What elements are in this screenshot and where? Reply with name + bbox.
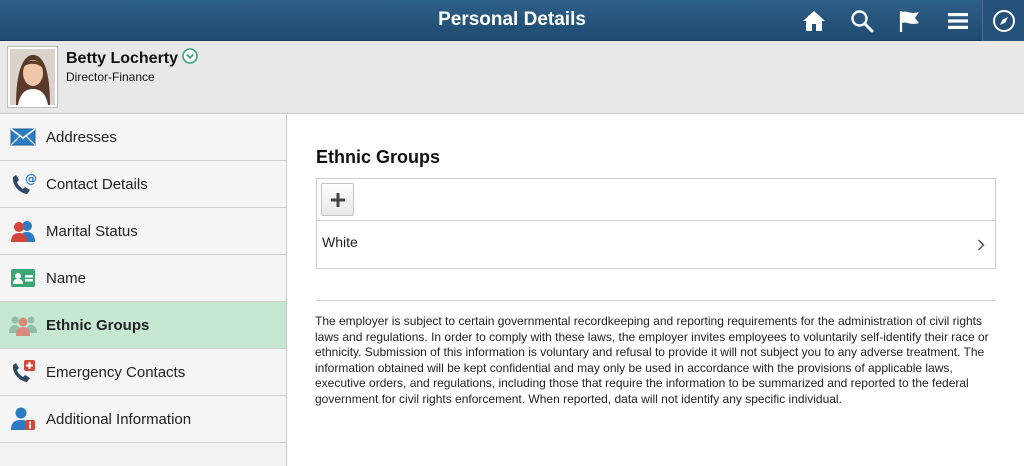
table-row[interactable]: White	[317, 221, 995, 268]
phone-at-icon: @	[0, 171, 46, 197]
sidebar-item-label: Marital Status	[46, 222, 138, 240]
ethnic-groups-grid: White	[316, 178, 996, 269]
sidebar-item-emergency-contacts[interactable]: Emergency Contacts	[0, 349, 286, 396]
couple-icon	[0, 219, 46, 243]
grid-toolbar	[317, 179, 995, 221]
sidebar-item-label: Ethnic Groups	[46, 316, 150, 334]
group-icon	[0, 313, 46, 337]
search-icon[interactable]	[838, 0, 886, 41]
sidebar-nav: Addresses @ Contact Details Marital Stat…	[0, 114, 287, 466]
disclaimer-text: The employer is subject to certain gover…	[315, 314, 989, 406]
sidebar-item-label: Addresses	[46, 128, 117, 146]
sidebar-item-marital-status[interactable]: Marital Status	[0, 208, 286, 255]
employee-name-text: Betty Locherty	[66, 49, 179, 67]
employee-name: Betty Locherty	[66, 48, 198, 69]
divider	[316, 300, 996, 301]
sidebar-item-label: Emergency Contacts	[46, 363, 186, 381]
id-card-icon	[0, 268, 46, 288]
sidebar-item-contact-details[interactable]: @ Contact Details	[0, 161, 286, 208]
chevron-right-icon	[977, 238, 985, 256]
employee-job-title: Director-Finance	[66, 70, 155, 84]
sidebar-item-label: Contact Details	[46, 175, 148, 193]
sidebar-item-label: Additional Information	[46, 410, 192, 428]
banner: Personal Details	[0, 0, 1024, 41]
phone-cross-icon	[0, 359, 46, 385]
envelope-icon	[0, 128, 46, 146]
section-title: Ethnic Groups	[316, 147, 441, 167]
avatar	[7, 46, 58, 108]
sidebar-item-ethnic-groups[interactable]: Ethnic Groups	[0, 302, 286, 349]
navbar-compass-icon[interactable]	[982, 0, 1024, 41]
sidebar-item-additional-information[interactable]: Additional Information	[0, 396, 286, 443]
home-icon[interactable]	[790, 0, 838, 41]
row-label: White	[322, 234, 358, 250]
svg-text:@: @	[25, 172, 37, 186]
flag-icon[interactable]	[886, 0, 934, 41]
add-row-button[interactable]	[321, 183, 354, 216]
chevron-down-icon[interactable]	[182, 48, 198, 69]
person-info-icon	[0, 406, 46, 432]
sidebar-item-name[interactable]: Name	[0, 255, 286, 302]
sidebar-item-addresses[interactable]: Addresses	[0, 114, 286, 161]
employee-profile-bar: Betty Locherty Director-Finance	[0, 41, 1024, 114]
menu-icon[interactable]	[934, 0, 982, 41]
plus-icon	[330, 192, 345, 207]
sidebar-item-label: Name	[46, 269, 87, 287]
content-area: Ethnic Groups White The employer is subj…	[288, 114, 1024, 466]
header-actions	[790, 0, 1024, 41]
